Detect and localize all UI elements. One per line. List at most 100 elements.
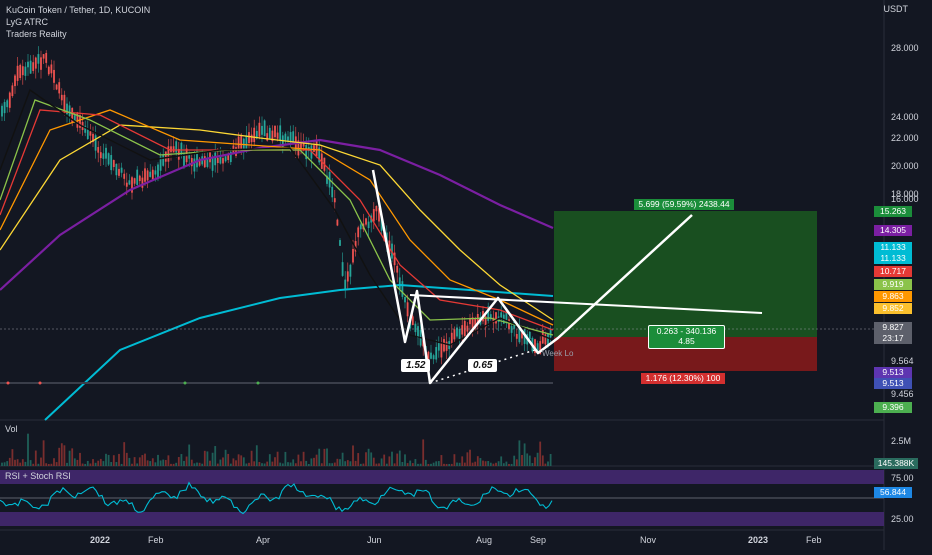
volume-label[interactable]: Vol: [5, 424, 18, 434]
candle-body: [315, 141, 318, 157]
price-badge: 9.513: [874, 367, 912, 378]
volume-bar: [58, 447, 61, 466]
candle-body: [453, 329, 456, 340]
volume-bar: [352, 445, 354, 466]
candle-body: [42, 54, 45, 59]
rsi-tick: 25.00: [891, 514, 914, 524]
symbol-title[interactable]: KuCoin Token / Tether, 1D, KUCOIN: [6, 4, 150, 16]
volume-bar: [97, 460, 100, 466]
time-tick: Sep: [530, 535, 547, 545]
candle-body: [211, 158, 214, 171]
volume-bar: [185, 456, 188, 466]
volume-bar: [315, 454, 318, 466]
candle-body: [339, 240, 341, 246]
candle-body: [279, 125, 282, 141]
price-badge: 15.263: [874, 206, 912, 217]
volume-bar: [422, 439, 425, 466]
candle-body: [53, 69, 55, 83]
volume-bar: [437, 461, 440, 466]
volume-bar: [518, 440, 521, 466]
target-label[interactable]: 5.699 (59.59%) 2438.44: [634, 199, 734, 210]
volume-bar: [154, 462, 157, 466]
volume-bar: [375, 463, 378, 466]
volume-bar: [435, 461, 438, 466]
candle-body: [63, 94, 66, 111]
volume-bar: [393, 463, 396, 466]
volume-bar: [445, 463, 448, 466]
volume-bar: [21, 459, 24, 466]
candle-body: [1, 105, 3, 117]
candle-body: [281, 135, 284, 149]
volume-bar: [414, 459, 417, 466]
candle-body: [250, 134, 253, 143]
volume-bar: [42, 440, 45, 466]
volume-bar: [307, 463, 310, 466]
signal-dot: [256, 381, 260, 385]
volume-bar: [71, 448, 74, 466]
volume-bar: [391, 451, 393, 466]
candle-body: [14, 75, 16, 87]
chart-canvas[interactable]: [0, 0, 932, 550]
candle-body: [154, 170, 157, 175]
stop-label[interactable]: 1.176 (12.30%) 100: [641, 373, 725, 384]
volume-bar: [211, 452, 214, 466]
candle-body: [107, 153, 110, 165]
volume-bar: [16, 459, 19, 466]
candle-body: [289, 132, 292, 143]
volume-bar: [476, 456, 479, 466]
candle-body: [138, 175, 141, 182]
ratio-label[interactable]: 0.65: [468, 359, 498, 372]
currency-label[interactable]: USDT: [884, 4, 909, 14]
time-tick: Feb: [148, 535, 164, 545]
indicator-label[interactable]: Traders Reality: [6, 28, 150, 40]
volume-bar: [326, 448, 328, 466]
price-badge: 9.919: [874, 279, 912, 290]
volume-bar: [1, 462, 3, 466]
candle-body: [466, 325, 469, 332]
volume-bar: [536, 452, 539, 466]
rsi-label[interactable]: RSI + Stoch RSI: [5, 471, 71, 481]
volume-bar: [11, 449, 14, 466]
volume-bar: [411, 463, 414, 466]
candle-body: [396, 265, 399, 273]
volume-bar: [484, 461, 487, 466]
candle-body: [365, 218, 367, 225]
volume-bar: [55, 462, 58, 466]
candle-body: [443, 339, 445, 352]
price-badge: 9.827: [874, 322, 912, 333]
candle-body: [274, 125, 276, 138]
candle-body: [115, 163, 118, 176]
center-label[interactable]: 0.263 - 340.136 4.85: [648, 325, 725, 349]
volume-bar: [396, 453, 399, 466]
chart-root[interactable]: KuCoin Token / Tether, 1D, KUCOIN LyG AT…: [0, 0, 932, 550]
candle-body: [341, 262, 344, 276]
volume-bar: [502, 463, 505, 466]
volume-bar: [76, 459, 79, 466]
indicator-label[interactable]: LyG ATRC: [6, 16, 150, 28]
ratio-label[interactable]: 1.52: [401, 359, 431, 372]
candle-body: [461, 325, 464, 335]
volume-bar: [73, 458, 76, 466]
volume-bar: [328, 463, 331, 466]
signal-dot: [38, 381, 42, 385]
candle-body: [16, 65, 19, 81]
volume-bar: [281, 463, 284, 466]
volume-bar: [404, 454, 406, 466]
candle-body: [224, 156, 227, 162]
candle-body: [292, 131, 295, 143]
candle-body: [141, 177, 144, 188]
volume-bar: [469, 449, 471, 466]
candle-body: [29, 60, 32, 74]
volume-bar: [424, 459, 427, 466]
volume-bar: [227, 453, 230, 466]
candle-body: [118, 168, 120, 176]
volume-bar: [292, 459, 295, 466]
candle-body: [125, 182, 128, 187]
volume-bar: [284, 451, 287, 466]
candle-body: [284, 133, 287, 141]
volume-bar: [385, 463, 388, 466]
chart-legend: KuCoin Token / Tether, 1D, KUCOIN LyG AT…: [6, 4, 150, 40]
price-badge: 10.717: [874, 266, 912, 277]
price-badge: 23:17: [874, 333, 912, 344]
volume-bar: [341, 452, 344, 466]
